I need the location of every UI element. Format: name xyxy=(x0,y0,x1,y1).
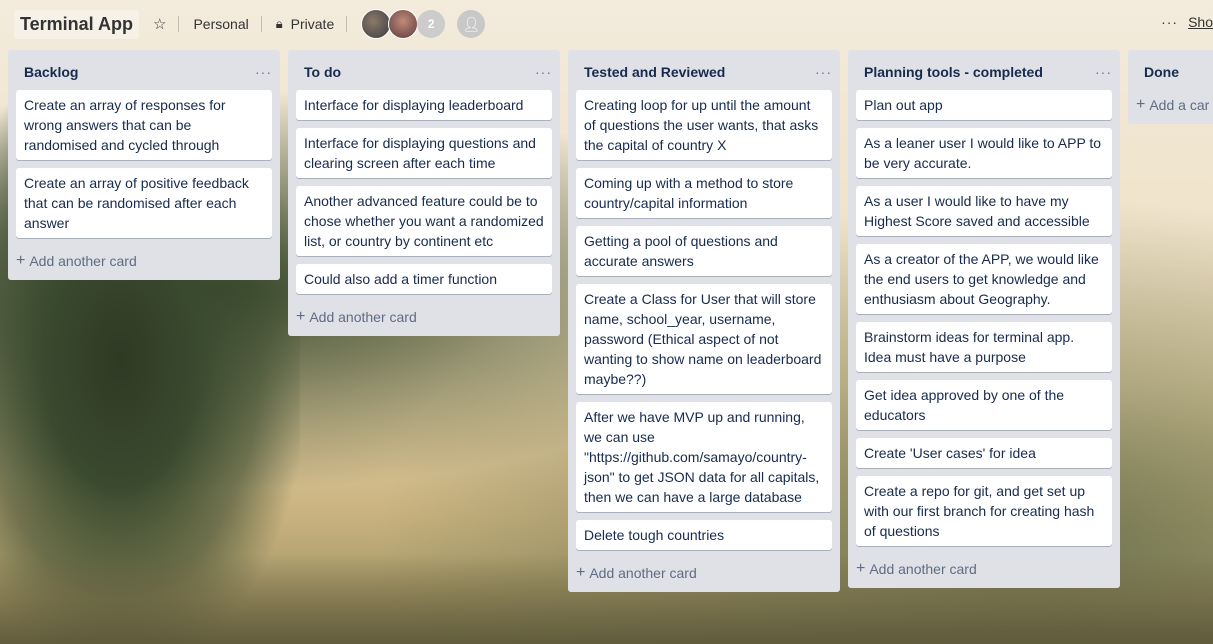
plus-icon: + xyxy=(1136,96,1146,113)
add-card-button[interactable]: + Add another card xyxy=(288,302,560,336)
card-list: Plan out app As a leaner user I would lik… xyxy=(848,90,1120,546)
add-card-button[interactable]: + Add another card xyxy=(568,558,840,592)
list-column: To do ··· Interface for displaying leaderb… xyxy=(288,50,560,336)
star-icon: ☆ xyxy=(153,16,167,33)
list-header: Backlog ··· xyxy=(8,50,280,90)
card[interactable]: Interface for displaying leaderboard xyxy=(296,90,552,120)
board-header: Terminal App ☆ Personal 🔒︎ Private 2 👤︎ … xyxy=(0,0,1213,48)
list-menu-icon[interactable]: ··· xyxy=(535,64,552,80)
team-personal-button[interactable]: Personal xyxy=(187,12,254,36)
card[interactable]: Another advanced feature could be to cho… xyxy=(296,186,552,256)
list-header: Done xyxy=(1128,50,1213,90)
card-list: Interface for displaying leaderboard Inte… xyxy=(288,90,560,294)
list-header: To do ··· xyxy=(288,50,560,90)
invite-member-icon[interactable]: 👤︎ xyxy=(457,10,486,38)
list-title[interactable]: Backlog xyxy=(24,64,78,80)
card[interactable]: Create a repo for git, and get set up wi… xyxy=(856,476,1112,546)
board-members: 2 xyxy=(361,9,446,39)
list-column: Planning tools - completed ··· Plan out ap… xyxy=(848,50,1120,588)
list-header: Tested and Reviewed ··· xyxy=(568,50,840,90)
card[interactable]: Create an array of responses for wrong a… xyxy=(16,90,272,160)
board-title[interactable]: Terminal App xyxy=(14,9,140,39)
card[interactable]: Create an array of positive feedback tha… xyxy=(16,168,272,238)
add-card-button[interactable]: + Add another card xyxy=(8,246,280,280)
card[interactable]: As a creator of the APP, we would like t… xyxy=(856,244,1112,314)
card[interactable]: Get idea approved by one of the educator… xyxy=(856,380,1112,430)
list-menu-icon[interactable]: ··· xyxy=(255,64,272,80)
card[interactable]: Brainstorm ideas for terminal app. Idea … xyxy=(856,322,1112,372)
more-icon[interactable]: ··· xyxy=(1161,14,1178,30)
list-header: Planning tools - completed ··· xyxy=(848,50,1120,90)
list-title[interactable]: Tested and Reviewed xyxy=(584,64,725,80)
header-right-actions: ··· Sho xyxy=(1161,14,1213,30)
avatar[interactable] xyxy=(388,9,419,39)
header-divider xyxy=(260,16,262,32)
card[interactable]: As a leaner user I would like to APP to … xyxy=(856,128,1112,178)
card[interactable]: Delete tough countries xyxy=(576,520,832,550)
add-card-button[interactable]: + Add a car xyxy=(1128,90,1213,124)
card[interactable]: After we have MVP up and running, we can… xyxy=(576,402,832,512)
show-menu-button[interactable]: Sho xyxy=(1188,14,1213,30)
lock-icon: 🔒︎ xyxy=(275,16,283,31)
add-card-label: Add another card xyxy=(29,253,137,269)
card[interactable]: Creating loop for up until the amount of… xyxy=(576,90,832,160)
list-column: Done + Add a car xyxy=(1128,50,1213,124)
add-card-label: Add another card xyxy=(589,565,697,581)
header-divider xyxy=(178,16,180,32)
card[interactable]: Create a Class for User that will store … xyxy=(576,284,832,394)
card[interactable]: Could also add a timer function xyxy=(296,264,552,294)
plus-icon: + xyxy=(296,308,306,325)
list-menu-icon[interactable]: ··· xyxy=(815,64,832,80)
card[interactable]: As a user I would like to have my Highes… xyxy=(856,186,1112,236)
add-card-label: Add another card xyxy=(309,309,417,325)
list-title[interactable]: Done xyxy=(1144,64,1179,80)
plus-icon: + xyxy=(576,564,586,581)
card[interactable]: Plan out app xyxy=(856,90,1112,120)
list-menu-icon[interactable]: ··· xyxy=(1095,64,1112,80)
member-count-badge[interactable]: 2 xyxy=(417,10,446,38)
card[interactable]: Getting a pool of questions and accurate… xyxy=(576,226,832,276)
card[interactable]: Interface for displaying questions and c… xyxy=(296,128,552,178)
add-card-label: Add a car xyxy=(1149,97,1210,113)
add-card-label: Add another card xyxy=(869,561,977,577)
star-button[interactable]: ☆ xyxy=(147,11,172,37)
list-column: Backlog ··· Create an array of responses f… xyxy=(8,50,280,280)
visibility-label: Private xyxy=(290,16,335,32)
avatar[interactable] xyxy=(361,9,392,39)
header-divider xyxy=(346,16,348,32)
list-title[interactable]: Planning tools - completed xyxy=(864,64,1043,80)
list-title[interactable]: To do xyxy=(304,64,341,80)
card-list: Create an array of responses for wrong a… xyxy=(8,90,280,238)
plus-icon: + xyxy=(856,560,866,577)
card[interactable]: Create 'User cases' for idea xyxy=(856,438,1112,468)
card-list: Creating loop for up until the amount of… xyxy=(568,90,840,550)
list-column: Tested and Reviewed ··· Creating loop for … xyxy=(568,50,840,592)
visibility-button[interactable]: 🔒︎ Private xyxy=(270,12,341,36)
add-card-button[interactable]: + Add another card xyxy=(848,554,1120,588)
card[interactable]: Coming up with a method to store country… xyxy=(576,168,832,218)
plus-icon: + xyxy=(16,252,26,269)
